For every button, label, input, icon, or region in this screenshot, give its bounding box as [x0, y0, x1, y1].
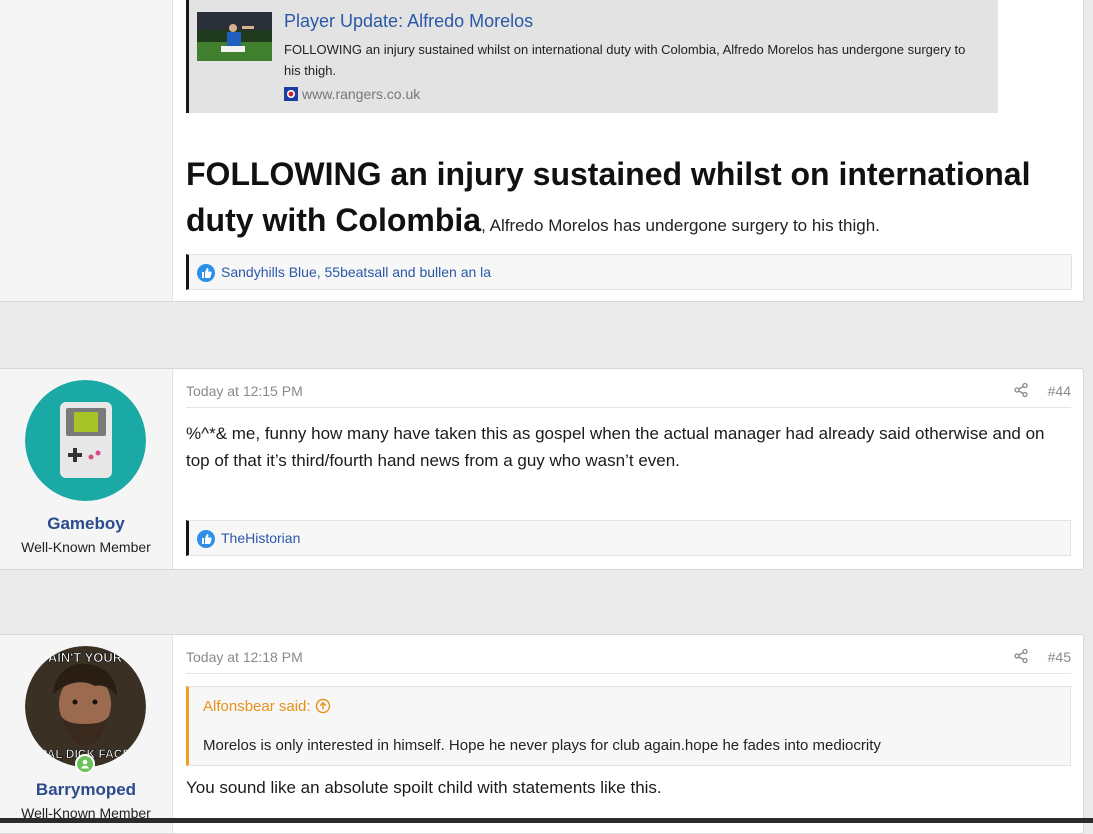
- user-column: Gameboy Well-Known Member: [0, 369, 173, 569]
- embed-source[interactable]: www.rangers.co.uk: [284, 86, 420, 102]
- quote-author[interactable]: Alfonsbear said:: [203, 698, 311, 715]
- svg-text:AIN'T YOUR: AIN'T YOUR: [48, 650, 123, 665]
- embed-title[interactable]: Player Update: Alfredo Morelos: [284, 11, 533, 32]
- post-date[interactable]: Today at 12:18 PM: [186, 649, 303, 665]
- user-title: Well-Known Member: [21, 539, 151, 555]
- username[interactable]: Gameboy: [0, 514, 172, 534]
- post-44: Gameboy Well-Known Member Today at 12:15…: [0, 368, 1084, 570]
- reactions-bar[interactable]: Sandyhills Blue, 55beatsall and bullen a…: [186, 254, 1072, 290]
- username[interactable]: Barrymoped: [0, 780, 172, 800]
- post-main: Today at 12:18 PM #45 Alfonsbear said: M…: [186, 635, 1071, 833]
- post-number[interactable]: #44: [1048, 383, 1071, 399]
- post-headline: FOLLOWING an injury sustained whilst on …: [186, 151, 1066, 249]
- embed-description: FOLLOWING an injury sustained whilst on …: [284, 42, 966, 78]
- share-icon[interactable]: [1013, 382, 1029, 398]
- avatar[interactable]: AIN'T YOUR PAL DICK FACE: [25, 646, 146, 767]
- like-icon: [197, 264, 215, 282]
- arrow-up-circle-icon[interactable]: [315, 698, 331, 714]
- bottom-edge-bar: [0, 818, 1093, 823]
- post-body: %^*& me, funny how many have taken this …: [186, 424, 1045, 470]
- reactions-bar[interactable]: TheHistorian: [186, 520, 1071, 556]
- embed-source-label: www.rangers.co.uk: [302, 86, 421, 102]
- post-main: Today at 12:15 PM #44 %^*& me, funny how…: [186, 369, 1071, 569]
- quote-header[interactable]: Alfonsbear said:: [203, 698, 331, 715]
- reaction-users[interactable]: TheHistorian: [221, 530, 300, 546]
- post-number[interactable]: #45: [1048, 649, 1071, 665]
- quote-body: Morelos is only interested in himself. H…: [203, 737, 881, 754]
- quote-block: Alfonsbear said: Morelos is only interes…: [186, 686, 1071, 766]
- post-45: AIN'T YOUR PAL DICK FACE Barrymoped Well…: [0, 634, 1084, 834]
- online-indicator-icon: [75, 754, 95, 774]
- user-column: [0, 0, 173, 301]
- reaction-users[interactable]: Sandyhills Blue, 55beatsall and bullen a…: [221, 264, 491, 280]
- avatar[interactable]: [25, 380, 146, 501]
- headline-tail: , Alfredo Morelos has undergone surgery …: [481, 216, 880, 235]
- post-body: You sound like an absolute spoilt child …: [186, 778, 662, 797]
- share-icon[interactable]: [1013, 648, 1029, 664]
- embed-thumbnail: [197, 12, 272, 61]
- post-meta: Today at 12:18 PM #45: [186, 635, 1071, 674]
- post-meta: Today at 12:15 PM #44: [186, 369, 1071, 408]
- link-embed-card[interactable]: Player Update: Alfredo Morelos FOLLOWING…: [186, 0, 998, 113]
- post-date[interactable]: Today at 12:15 PM: [186, 383, 303, 399]
- rangers-favicon-icon: [284, 87, 298, 101]
- like-icon: [197, 530, 215, 548]
- user-column: AIN'T YOUR PAL DICK FACE Barrymoped Well…: [0, 635, 173, 833]
